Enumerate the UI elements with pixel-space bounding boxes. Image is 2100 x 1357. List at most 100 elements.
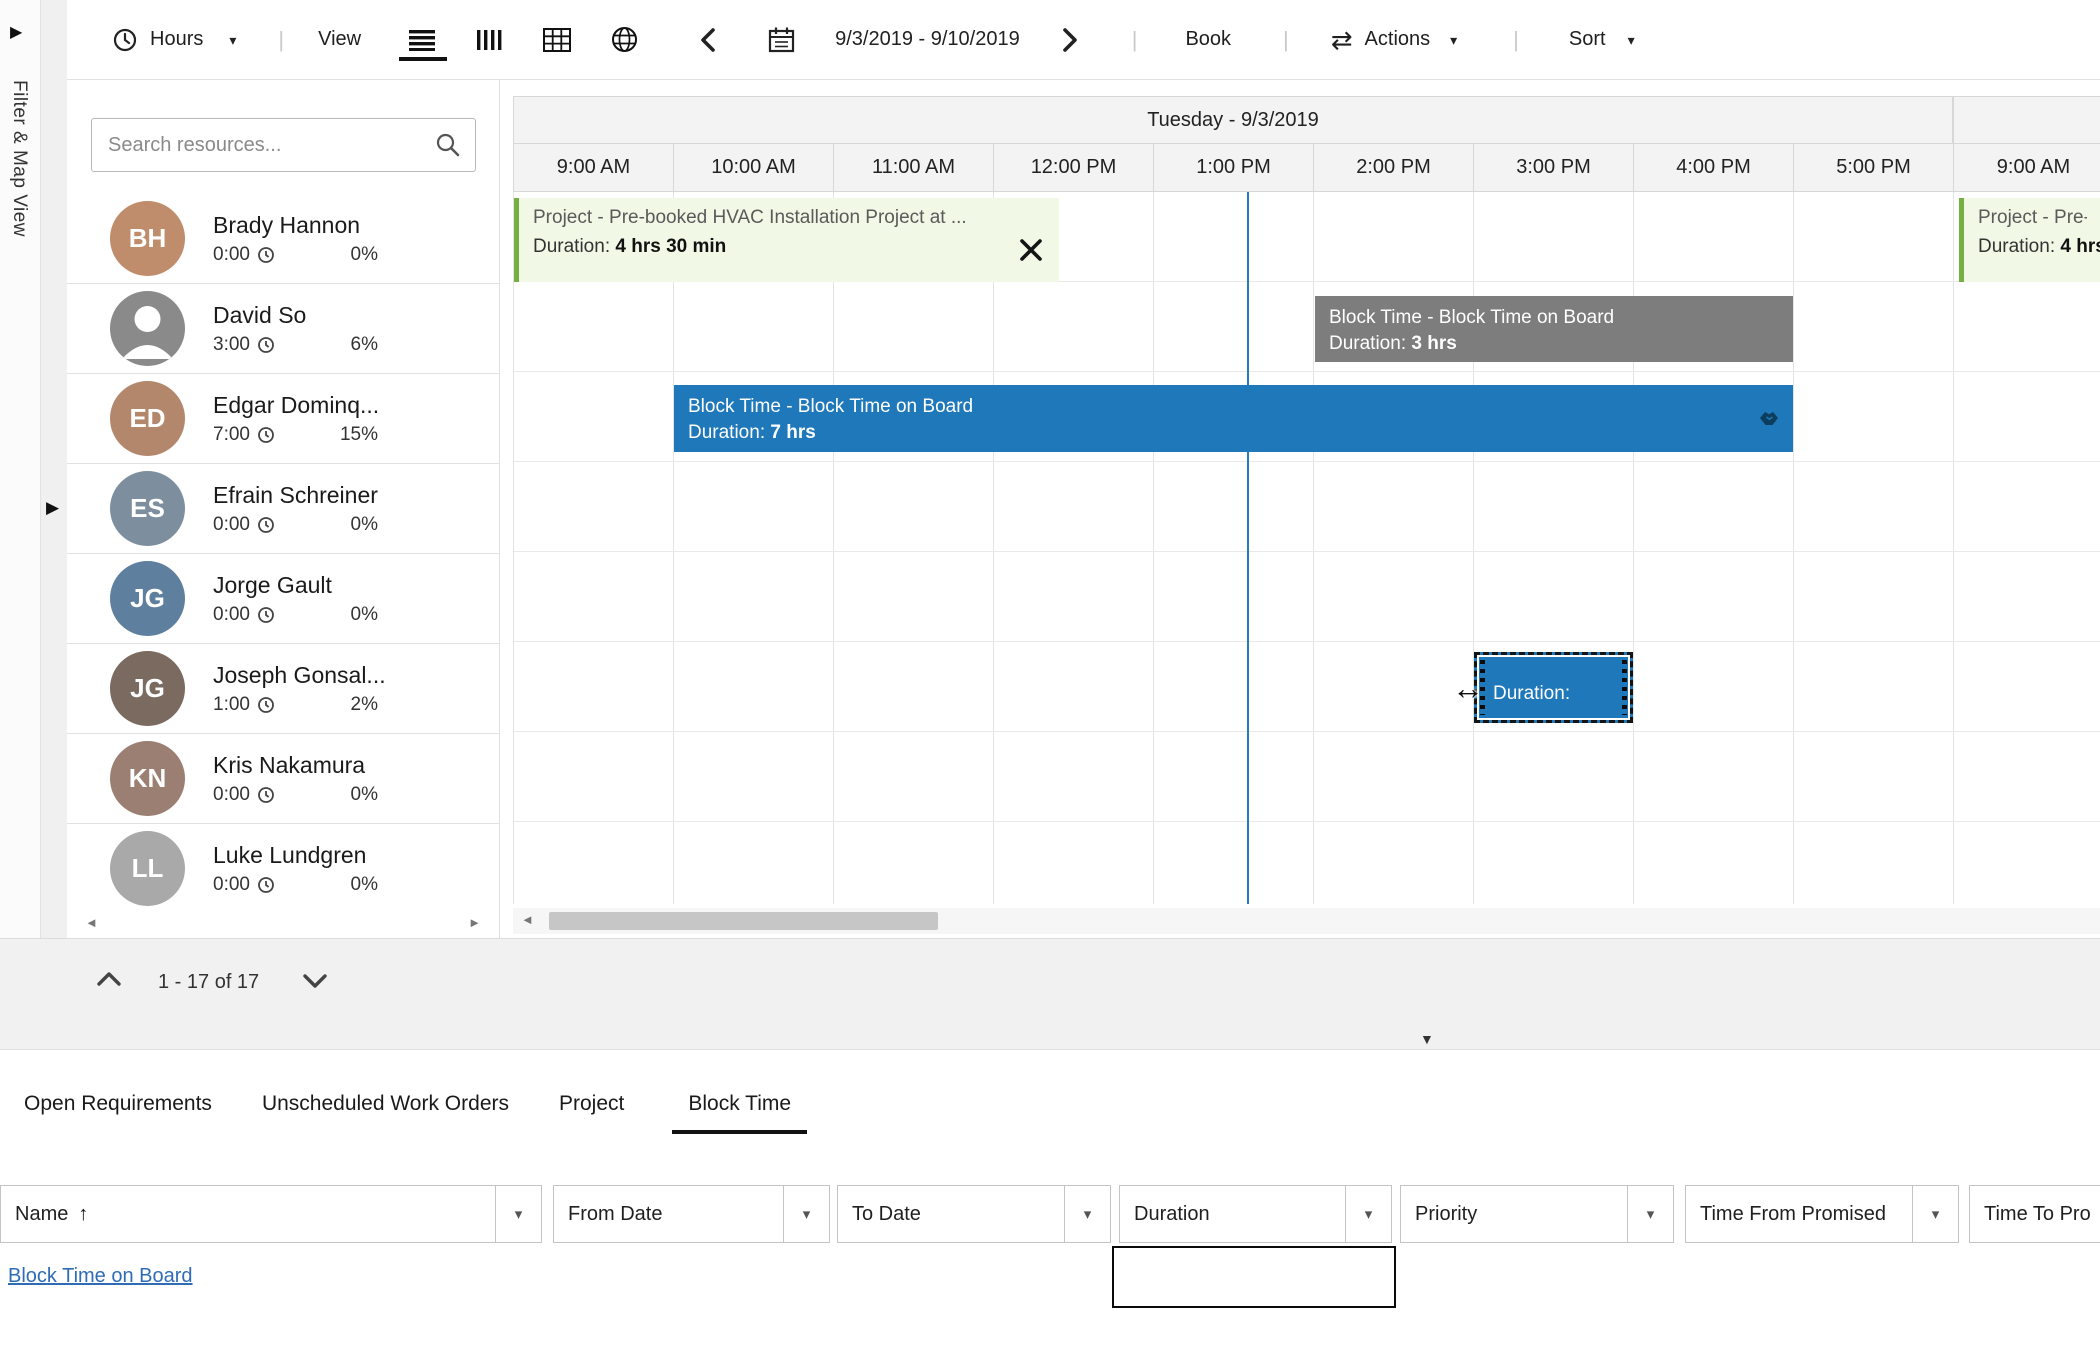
gantt-row xyxy=(514,552,2100,642)
resource-row-edgar-dominquez[interactable]: ED Edgar Dominq... 7:00 15% xyxy=(67,374,499,464)
avatar: ED xyxy=(110,381,185,456)
divider: | xyxy=(1513,27,1519,53)
resource-row-kris-nakamura[interactable]: KN Kris Nakamura 0:00 0% xyxy=(67,734,499,824)
column-header-name[interactable]: Name ↑ xyxy=(0,1185,496,1243)
sort-dropdown[interactable]: Sort ▾ xyxy=(1569,28,1635,51)
chevron-down-icon: ▾ xyxy=(1932,1205,1940,1223)
column-label: To Date xyxy=(852,1203,921,1226)
actions-dropdown[interactable]: ⇄ Actions ▾ xyxy=(1331,27,1457,53)
avatar: JG xyxy=(110,651,185,726)
block-time-record-link[interactable]: Block Time on Board xyxy=(8,1265,193,1288)
gantt-grid[interactable]: Project - Pre-booked HVAC Installation P… xyxy=(513,192,2100,904)
chevron-down-icon: ▾ xyxy=(1628,33,1635,47)
tab-project[interactable]: Project xyxy=(557,1092,626,1134)
resource-name: Kris Nakamura xyxy=(213,751,378,780)
tab-unscheduled-work-orders[interactable]: Unscheduled Work Orders xyxy=(260,1092,511,1134)
column-menu-time-from-promised[interactable]: ▾ xyxy=(1913,1185,1959,1243)
resource-utilization: 0% xyxy=(351,514,378,536)
gantt-row xyxy=(514,822,2100,904)
date-range[interactable]: 9/3/2019 - 9/10/2019 xyxy=(835,28,1020,51)
appointment-title: Project - Pre-booked HVAC Installation P… xyxy=(533,207,1045,229)
page-up-button[interactable] xyxy=(94,969,124,989)
gantt-scrollbar[interactable]: ◄ xyxy=(513,908,2100,934)
column-header-duration[interactable]: Duration xyxy=(1119,1185,1346,1243)
filter-map-label[interactable]: Filter & Map View xyxy=(8,80,30,237)
duration-edit-input[interactable] xyxy=(1112,1246,1396,1308)
block-time-bar-dragging[interactable]: Duration: xyxy=(1474,652,1633,723)
block-title: Block Time - Block Time on Board xyxy=(688,394,1779,420)
chevron-down-icon: ▾ xyxy=(1450,33,1457,47)
map-view-icon[interactable] xyxy=(601,16,648,63)
hours-dropdown[interactable]: Hours ▾ xyxy=(112,27,236,53)
resource-row-brady-hannon[interactable]: BH Brady Hannon 0:00 0% xyxy=(67,194,499,284)
page-down-button[interactable] xyxy=(300,971,330,991)
clock-icon xyxy=(112,27,138,53)
resource-row-joseph-gonsalves[interactable]: JG Joseph Gonsal... 1:00 2% xyxy=(67,644,499,734)
utilization-view-icon[interactable] xyxy=(467,18,513,62)
search-icon[interactable] xyxy=(435,132,461,158)
block-time-bar-gray[interactable]: Block Time - Block Time on Board Duratio… xyxy=(1315,296,1793,362)
resource-hours: 1:00 xyxy=(213,694,250,716)
column-header-to-date[interactable]: To Date xyxy=(837,1185,1065,1243)
resource-row-jorge-gault[interactable]: JG Jorge Gault 0:00 0% xyxy=(67,554,499,644)
gantt-view-icon[interactable] xyxy=(399,19,447,61)
scroll-left-icon[interactable]: ◄ xyxy=(85,915,98,930)
time-header-cell: 2:00 PM xyxy=(1313,144,1473,191)
project-appointment-bar-next-day[interactable]: Project - Pre-booked HVAC Installation P… xyxy=(1959,198,2100,282)
column-header-priority[interactable]: Priority xyxy=(1400,1185,1628,1243)
expand-panel-icon[interactable]: ▶ xyxy=(46,498,59,518)
next-dates-button[interactable] xyxy=(1060,26,1080,54)
column-label: Duration xyxy=(1134,1203,1210,1226)
column-group-time-to-promised: Time To Pro xyxy=(1969,1185,2100,1243)
avatar-initials: BH xyxy=(129,223,167,254)
resource-list-scrollbar[interactable]: ◄ ► xyxy=(67,911,499,938)
resource-utilization: 0% xyxy=(351,784,378,806)
scrollbar-thumb[interactable] xyxy=(549,912,938,930)
column-menu-from-date[interactable]: ▾ xyxy=(784,1185,830,1243)
block-title: Block Time - Block Time on Board xyxy=(1329,305,1779,331)
column-menu-to-date[interactable]: ▾ xyxy=(1065,1185,1111,1243)
resource-row-luke-lundgren[interactable]: LL Luke Lundgren 0:00 0% xyxy=(67,824,499,911)
column-menu-priority[interactable]: ▾ xyxy=(1628,1185,1674,1243)
resource-name: Luke Lundgren xyxy=(213,841,378,870)
calendar-icon[interactable] xyxy=(768,26,795,53)
clock-icon xyxy=(257,336,275,354)
resource-utilization: 6% xyxy=(351,334,378,356)
column-header-time-from-promised[interactable]: Time From Promised xyxy=(1685,1185,1913,1243)
tab-open-requirements[interactable]: Open Requirements xyxy=(22,1092,214,1134)
appointment-title: Project - Pre-booked HVAC Installation P… xyxy=(1978,207,2087,229)
block-time-bar-blue[interactable]: Block Time - Block Time on Board Duratio… xyxy=(674,385,1793,452)
close-icon[interactable] xyxy=(1017,236,1045,264)
chevron-down-icon: ▾ xyxy=(1365,1205,1373,1223)
grid-view-icon[interactable] xyxy=(533,18,581,62)
resource-hours: 0:00 xyxy=(213,514,250,536)
tab-block-time[interactable]: Block Time xyxy=(672,1092,807,1134)
column-header-from-date[interactable]: From Date xyxy=(553,1185,784,1243)
column-menu-name[interactable]: ▾ xyxy=(496,1185,542,1243)
scroll-left-icon[interactable]: ◄ xyxy=(521,912,534,927)
scroll-right-icon[interactable]: ► xyxy=(468,915,481,930)
resize-handle-right[interactable] xyxy=(1622,660,1627,715)
expand-filter-icon[interactable]: ▶ xyxy=(10,22,22,42)
previous-dates-button[interactable] xyxy=(698,26,718,54)
resource-row-efrain-schreiner[interactable]: ES Efrain Schreiner 0:00 0% xyxy=(67,464,499,554)
search-input[interactable] xyxy=(92,134,435,157)
duration-label: Duration: xyxy=(1493,683,1570,704)
clock-icon xyxy=(257,606,275,624)
column-menu-duration[interactable]: ▾ xyxy=(1346,1185,1392,1243)
resource-name: Brady Hannon xyxy=(213,211,378,240)
clock-icon xyxy=(257,516,275,534)
column-header-time-to-promised[interactable]: Time To Pro xyxy=(1969,1185,2100,1243)
project-appointment-bar[interactable]: Project - Pre-booked HVAC Installation P… xyxy=(514,198,1059,282)
resource-hours: 7:00 xyxy=(213,424,250,446)
duration-value: 3 hrs xyxy=(1411,333,1456,354)
duration-label: Duration: xyxy=(533,236,610,257)
book-button[interactable]: Book xyxy=(1185,28,1231,51)
time-header-cell: 5:00 PM xyxy=(1793,144,1953,191)
collapse-panel-icon[interactable]: ▼ xyxy=(1420,1031,1434,1047)
resize-cursor-icon: ↔ xyxy=(1452,670,1484,707)
resource-utilization: 2% xyxy=(351,694,378,716)
resource-hours: 0:00 xyxy=(213,874,250,896)
swap-arrows-icon: ⇄ xyxy=(1331,27,1353,53)
resource-row-david-so[interactable]: David So 3:00 6% xyxy=(67,284,499,374)
